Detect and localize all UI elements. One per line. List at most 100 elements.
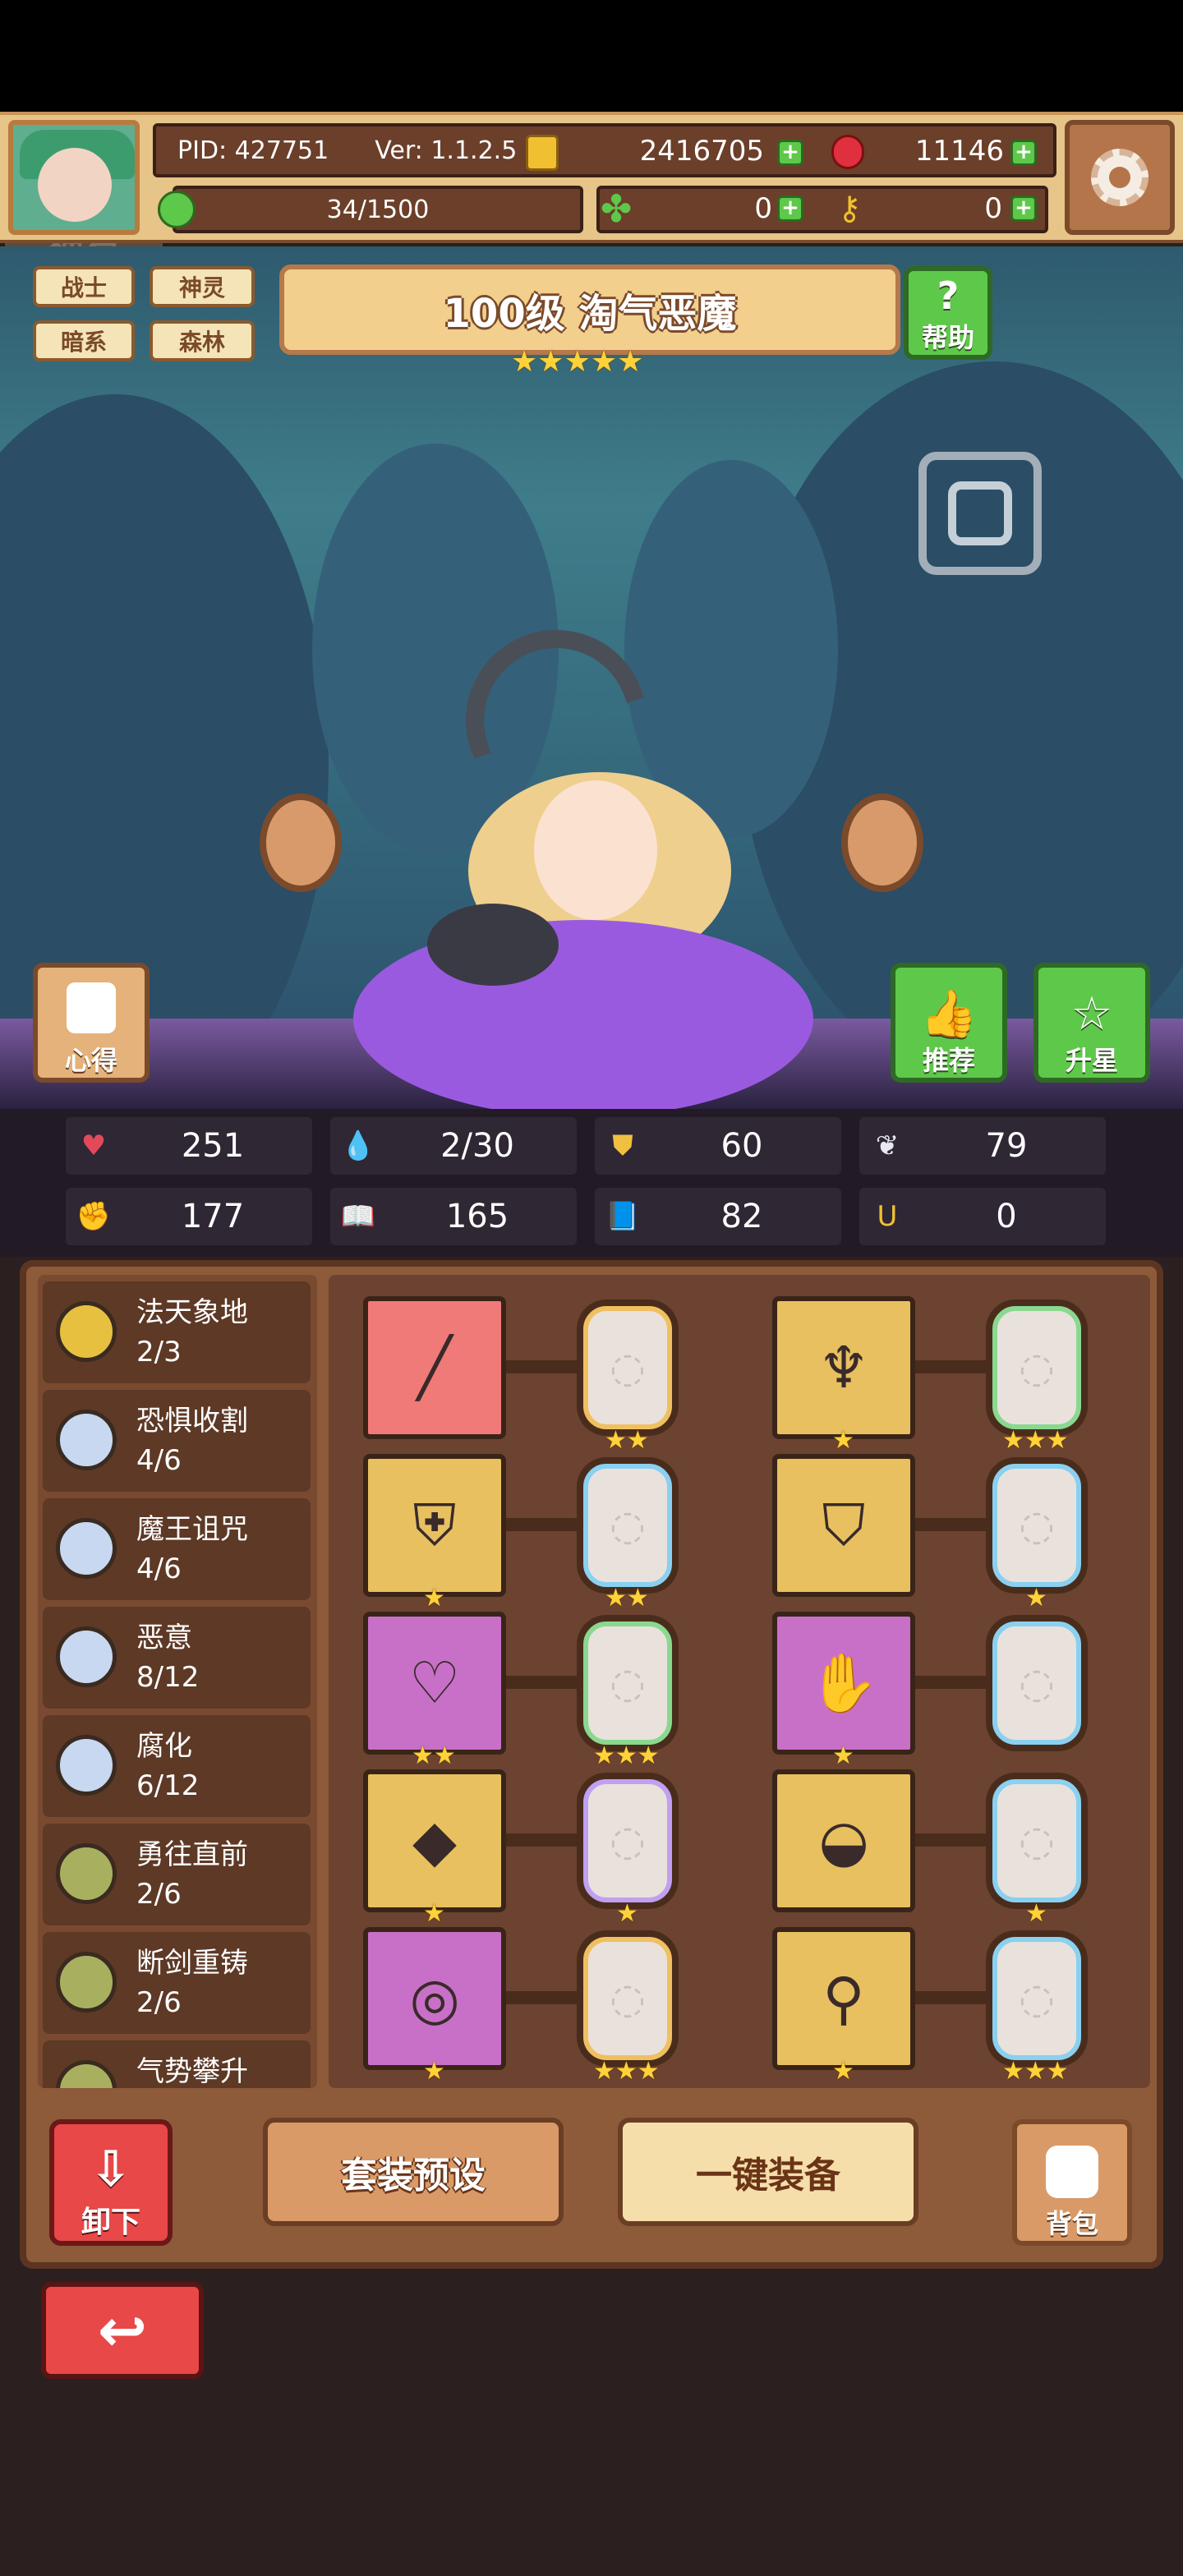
rune-slot[interactable]: ◌: [583, 1464, 672, 1587]
set-bonus-item[interactable]: 腐化 6/12: [43, 1715, 311, 1817]
set-bonus-item[interactable]: 魔王诅咒 4/6: [43, 1498, 311, 1600]
set-name: 恶意: [136, 1622, 192, 1654]
rune-slot[interactable]: ◌: [992, 1622, 1081, 1745]
rune-slot[interactable]: ◌: [583, 1306, 672, 1429]
equipment-stars: ★: [423, 2057, 445, 2086]
armor-icon: ⛨: [412, 1491, 457, 1559]
set-badge-icon: [56, 1518, 117, 1579]
auto-equip-button[interactable]: 一键装备: [618, 2118, 918, 2226]
rune-icon: ◌: [610, 1344, 646, 1392]
slot-connector: [503, 1991, 577, 2004]
unequip-label: 卸下: [81, 2206, 140, 2239]
set-bonus-item[interactable]: 法天象地 2/3: [43, 1281, 311, 1383]
note-icon: [67, 982, 116, 1033]
star-up-button[interactable]: ☆ 升星: [1033, 963, 1150, 1083]
recommend-button[interactable]: 👍 推荐: [891, 963, 1007, 1083]
equipment-slot[interactable]: ⛉: [772, 1454, 915, 1597]
rune-slot[interactable]: ◌: [992, 1779, 1081, 1902]
thumbs-up-icon: 👍: [920, 987, 978, 1041]
equipment-slot[interactable]: ♆: [772, 1296, 915, 1439]
player-id: PID: 427751: [177, 136, 329, 165]
set-count: 6/12: [136, 1769, 200, 1802]
equipment-grid: ╱ ◌ ★★ ♆ ★ ◌ ★★★ ⛨ ★ ◌ ★★ ⛉ ◌ ★ ♡ ★★ ◌ ★★★ ✋ ★ ◌ ◆ ★ ◌ ★ ◒ ◌ ★ ◎ ★ ◌ ★★…: [329, 1275, 1150, 2088]
rune-slot[interactable]: ◌: [583, 1937, 672, 2060]
bag-button[interactable]: 背包: [1012, 2119, 1132, 2246]
equipment-slot[interactable]: ⛨: [363, 1454, 506, 1597]
hero-title-banner: 100级 淘气恶魔: [279, 264, 900, 355]
add-key-button[interactable]: +: [1010, 196, 1037, 222]
set-badge-icon: [56, 1626, 117, 1687]
rune-slot[interactable]: ◌: [992, 1937, 1081, 2060]
set-name: 法天象地: [136, 1296, 248, 1329]
game-version: Ver: 1.1.2.5: [375, 136, 518, 165]
key-icon: ⚷: [837, 190, 862, 228]
stat-value: 177: [181, 1198, 245, 1235]
set-bonus-list[interactable]: 法天象地 2/3 恐惧收割 4/6 魔王诅咒 4/6 恶意 8/12 腐化 6/12 勇往直前 2/6…: [38, 1275, 317, 2088]
rune-slot[interactable]: ◌: [583, 1779, 672, 1902]
unequip-button[interactable]: ⇩ 卸下: [49, 2119, 173, 2246]
next-hero-arrow[interactable]: [841, 794, 923, 892]
tag-race: 神灵: [150, 266, 255, 307]
key-amount: 0: [984, 192, 1002, 225]
stat-spellbook: 📘 82: [595, 1188, 841, 1245]
equipment-slot[interactable]: ◎: [363, 1927, 506, 2070]
down-arrow-icon: ⇩: [90, 2141, 132, 2198]
set-count: 2/3: [136, 1336, 182, 1368]
shield-icon: ⛊: [612, 1129, 633, 1162]
gold-amount: 2416705: [639, 135, 764, 168]
equipment-slot[interactable]: ◒: [772, 1769, 915, 1912]
rock-shield-icon: ◆: [412, 1807, 457, 1874]
rune-icon: ◌: [610, 1975, 646, 2022]
equipment-slot[interactable]: ♡: [363, 1612, 506, 1755]
rune-stars: ★★: [605, 1584, 649, 1612]
rune-slot[interactable]: ◌: [992, 1464, 1081, 1587]
backpack-icon: [1046, 2146, 1098, 2198]
set-badge-icon: [56, 1410, 117, 1470]
player-avatar[interactable]: [8, 120, 140, 235]
set-count: 4/6: [136, 1552, 182, 1585]
set-name: 魔王诅咒: [136, 1513, 248, 1546]
set-preset-button[interactable]: 套装预设: [263, 2118, 564, 2226]
rune-slot[interactable]: ◌: [583, 1622, 672, 1745]
star-up-icon: ☆: [1070, 987, 1113, 1041]
set-bonus-item[interactable]: 恶意 8/12: [43, 1607, 311, 1709]
equipment-slot[interactable]: ⚲: [772, 1927, 915, 2070]
set-bonus-item[interactable]: 勇往直前 2/6: [43, 1824, 311, 1925]
add-ruby-button[interactable]: +: [1010, 140, 1037, 166]
energy-value: 34/1500: [326, 195, 430, 224]
clover-icon: ✤: [600, 186, 633, 231]
slot-connector: [912, 1991, 986, 2004]
stat-value: 2/30: [440, 1127, 514, 1165]
stat-fist: ✊ 177: [66, 1188, 312, 1245]
set-count: 2/6: [136, 1986, 182, 2019]
back-button[interactable]: ↩: [41, 2282, 204, 2379]
slot-connector: [912, 1518, 986, 1531]
stat-value: 165: [445, 1198, 509, 1235]
add-gold-button[interactable]: +: [777, 140, 803, 166]
hero-title: 100级 淘气恶魔: [443, 291, 737, 337]
stat-value: 82: [720, 1198, 763, 1235]
notes-button[interactable]: 心得: [33, 963, 150, 1083]
set-bonus-item[interactable]: 恐惧收割 4/6: [43, 1390, 311, 1492]
equipment-slot[interactable]: ◆: [363, 1769, 506, 1912]
capture-frame-icon[interactable]: [918, 452, 1042, 575]
help-button[interactable]: ? 帮助: [904, 266, 992, 360]
set-bonus-item[interactable]: 断剑重铸 2/6: [43, 1932, 311, 2034]
slot-connector: [503, 1676, 577, 1689]
equipment-slot[interactable]: ✋: [772, 1612, 915, 1755]
equipment-slot[interactable]: ╱: [363, 1296, 506, 1439]
set-name: 气势攀升: [136, 2055, 248, 2088]
settings-button[interactable]: [1065, 120, 1175, 235]
tag-class: 战士: [33, 266, 135, 307]
rune-slot[interactable]: ◌: [992, 1306, 1081, 1429]
add-clover-button[interactable]: +: [777, 196, 803, 222]
stat-value: 0: [996, 1198, 1017, 1235]
rune-icon: ◌: [1019, 1975, 1055, 2022]
set-bonus-item[interactable]: 气势攀升: [43, 2040, 311, 2088]
bag-label: 背包: [1045, 2208, 1098, 2239]
rune-icon: ◌: [1019, 1502, 1055, 1549]
fist-icon: ✊: [76, 1200, 112, 1233]
rune-stars: ★★★: [593, 2057, 660, 2086]
stat-mana-drop: 💧 2/30: [330, 1117, 577, 1175]
recommend-label: 推荐: [922, 1045, 975, 1076]
